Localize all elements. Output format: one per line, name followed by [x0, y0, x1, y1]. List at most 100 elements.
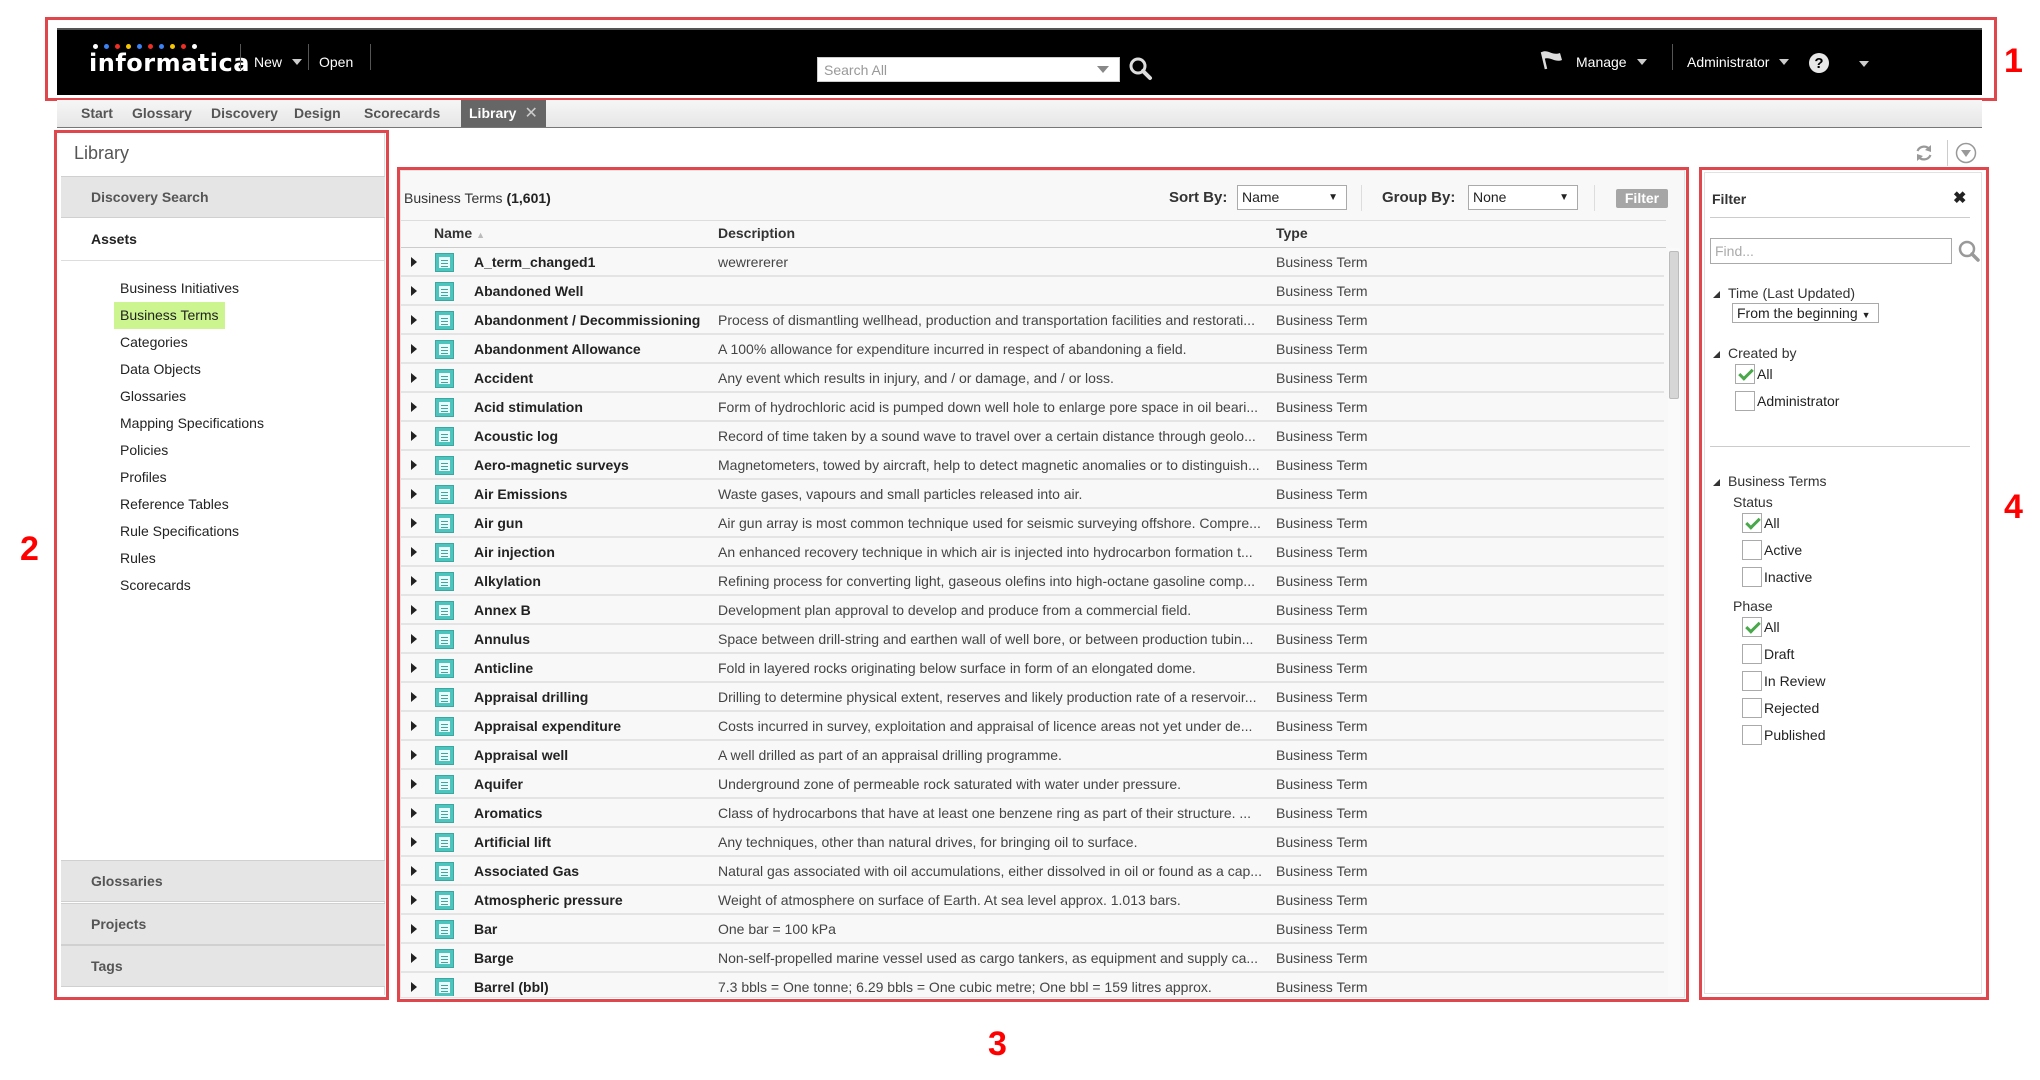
table-row[interactable]: Alkylation Refining process for convertin…	[401, 567, 1664, 596]
table-row[interactable]: Atmospheric pressure Weight of atmosphere…	[401, 886, 1664, 915]
informatica-logo[interactable]: informatica	[89, 44, 250, 75]
table-row[interactable]: Artificial lift Any techniques, other tha…	[401, 828, 1664, 857]
term-name[interactable]: Annex B	[474, 602, 531, 618]
expand-row-icon[interactable]	[411, 605, 417, 615]
sidebar-item-rule-specifications[interactable]: Rule Specifications	[114, 518, 270, 545]
table-row[interactable]: Air gun Air gun array is most common tech…	[401, 509, 1664, 538]
term-name[interactable]: Air gun	[474, 515, 523, 531]
sidebar-item-scorecards[interactable]: Scorecards	[114, 572, 270, 599]
table-row[interactable]: A_term_changed1 wewrererer Business Term	[401, 248, 1664, 277]
term-name[interactable]: Aromatics	[474, 805, 542, 821]
table-row[interactable]: Bar One bar = 100 kPa Business Term	[401, 915, 1664, 944]
expand-row-icon[interactable]	[411, 692, 417, 702]
table-row[interactable]: Annulus Space between drill-string and e…	[401, 625, 1664, 654]
term-name[interactable]: Abandonment Allowance	[474, 341, 641, 357]
sidebar-item-policies[interactable]: Policies	[114, 437, 270, 464]
expand-row-icon[interactable]	[411, 895, 417, 905]
tab-scorecards[interactable]: Scorecards	[356, 100, 448, 127]
expand-row-icon[interactable]	[411, 460, 417, 470]
options-dropdown-icon[interactable]	[1955, 142, 1977, 164]
sidebar-item-rules[interactable]: Rules	[114, 545, 270, 572]
sidebar-item-reference-tables[interactable]: Reference Tables	[114, 491, 270, 518]
checkbox-checked-icon[interactable]	[1735, 364, 1755, 384]
sidebar-item-glossaries[interactable]: Glossaries	[114, 383, 270, 410]
term-name[interactable]: Accident	[474, 370, 533, 386]
checkbox-phase-published[interactable]: Published	[1742, 725, 1826, 745]
table-row[interactable]: Aromatics Class of hydrocarbons that have…	[401, 799, 1664, 828]
sidebar-item-business-initiatives[interactable]: Business Initiatives	[114, 275, 270, 302]
term-name[interactable]: Associated Gas	[474, 863, 579, 879]
tab-discovery[interactable]: Discovery	[203, 100, 286, 127]
checkbox-unchecked-icon[interactable]	[1742, 698, 1762, 718]
expand-row-icon[interactable]	[411, 518, 417, 528]
expand-row-icon[interactable]	[411, 982, 417, 992]
table-row[interactable]: Air injection An enhanced recovery techni…	[401, 538, 1664, 567]
open-button[interactable]: Open	[319, 54, 353, 70]
expand-row-icon[interactable]	[411, 489, 417, 499]
term-name[interactable]: Acoustic log	[474, 428, 558, 444]
sidebar-item-business-terms[interactable]: Business Terms	[114, 302, 225, 329]
scrollbar-thumb[interactable]	[1669, 251, 1679, 399]
expand-row-icon[interactable]	[411, 431, 417, 441]
table-row[interactable]: Appraisal expenditure Costs incurred in s…	[401, 712, 1664, 741]
help-menu-chevron-icon[interactable]	[1859, 61, 1869, 67]
table-row[interactable]: Anticline Fold in layered rocks originati…	[401, 654, 1664, 683]
term-name[interactable]: A_term_changed1	[474, 254, 595, 270]
table-row[interactable]: Barrel (bbl) 7.3 bbls = One tonne; 6.29 b…	[401, 973, 1664, 996]
search-input[interactable]	[818, 58, 1097, 81]
expand-row-icon[interactable]	[411, 373, 417, 383]
help-icon[interactable]: ?	[1808, 52, 1830, 74]
table-scrollbar[interactable]	[1668, 248, 1680, 996]
sidebar-item-profiles[interactable]: Profiles	[114, 464, 270, 491]
expand-row-icon[interactable]	[411, 866, 417, 876]
table-row[interactable]: Aquifer Underground zone of permeable roc…	[401, 770, 1664, 799]
expand-row-icon[interactable]	[411, 402, 417, 412]
created-by-toggle[interactable]: Created by	[1713, 345, 1796, 361]
term-name[interactable]: Abandoned Well	[474, 283, 583, 299]
table-row[interactable]: Acid stimulation Form of hydrochloric aci…	[401, 393, 1664, 422]
table-row[interactable]: Barge Non-self-propelled marine vessel us…	[401, 944, 1664, 973]
manage-menu-button[interactable]: Manage	[1576, 54, 1647, 70]
checkbox-phase-all[interactable]: All	[1742, 617, 1780, 637]
expand-row-icon[interactable]	[411, 721, 417, 731]
sort-by-select[interactable]: Name ▼	[1237, 185, 1347, 210]
business-terms-filter-toggle[interactable]: Business Terms	[1713, 473, 1827, 489]
table-row[interactable]: Appraisal drilling Drilling to determine …	[401, 683, 1664, 712]
sidebar-item-mapping-specifications[interactable]: Mapping Specifications	[114, 410, 270, 437]
table-row[interactable]: Air Emissions Waste gases, vapours and sm…	[401, 480, 1664, 509]
term-name[interactable]: Air injection	[474, 544, 555, 560]
time-filter-toggle[interactable]: Time (Last Updated)	[1713, 285, 1855, 301]
expand-row-icon[interactable]	[411, 837, 417, 847]
table-row[interactable]: Aero-magnetic surveys Magnetometers, towe…	[401, 451, 1664, 480]
sidebar-section-glossaries[interactable]: Glossaries	[61, 860, 385, 902]
term-name[interactable]: Appraisal well	[474, 747, 568, 763]
sidebar-section-tags[interactable]: Tags	[61, 945, 385, 987]
tab-library[interactable]: Library ✕	[461, 100, 546, 127]
checkbox-unchecked-icon[interactable]	[1742, 567, 1762, 587]
term-name[interactable]: Bar	[474, 921, 497, 937]
expand-row-icon[interactable]	[411, 257, 417, 267]
sidebar-section-projects[interactable]: Projects	[61, 903, 385, 945]
sidebar-section-assets[interactable]: Assets	[61, 217, 385, 261]
column-header-name[interactable]: Name ▲	[434, 225, 485, 241]
checkbox-phase-in-review[interactable]: In Review	[1742, 671, 1825, 691]
filter-button[interactable]: Filter	[1616, 189, 1668, 208]
checkbox-status-active[interactable]: Active	[1742, 540, 1802, 560]
checkbox-phase-draft[interactable]: Draft	[1742, 644, 1794, 664]
term-name[interactable]: Appraisal expenditure	[474, 718, 621, 734]
checkbox-created_by-all[interactable]: All	[1735, 364, 1773, 384]
term-name[interactable]: Aquifer	[474, 776, 523, 792]
term-name[interactable]: Alkylation	[474, 573, 541, 589]
expand-row-icon[interactable]	[411, 315, 417, 325]
table-row[interactable]: Acoustic log Record of time taken by a so…	[401, 422, 1664, 451]
filter-find-input[interactable]	[1710, 238, 1952, 264]
term-name[interactable]: Annulus	[474, 631, 530, 647]
column-header-type[interactable]: Type	[1276, 225, 1308, 241]
table-row[interactable]: Abandonment / Decommissioning Process of …	[401, 306, 1664, 335]
search-scope-dropdown-icon[interactable]	[1097, 66, 1109, 73]
term-name[interactable]: Aero-magnetic surveys	[474, 457, 629, 473]
expand-row-icon[interactable]	[411, 663, 417, 673]
checkbox-status-inactive[interactable]: Inactive	[1742, 567, 1812, 587]
checkbox-phase-rejected[interactable]: Rejected	[1742, 698, 1819, 718]
refresh-icon[interactable]	[1913, 142, 1935, 164]
